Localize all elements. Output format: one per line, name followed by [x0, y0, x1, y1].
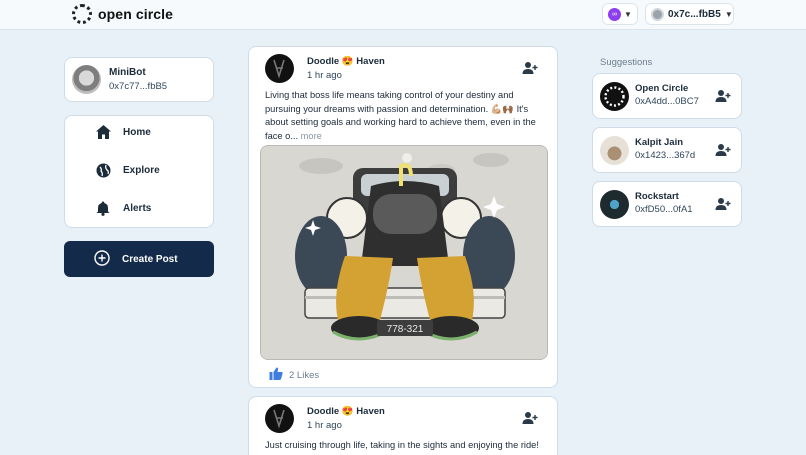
- suggestion-address: 0xfD50...0fA1: [635, 204, 693, 215]
- create-post-label: Create Post: [122, 253, 178, 265]
- chevron-down-icon: ▼: [724, 9, 733, 19]
- post-time: 1 hr ago: [307, 420, 342, 431]
- logo-icon: [72, 4, 92, 24]
- avatar: [72, 65, 101, 94]
- more-link[interactable]: more: [301, 131, 322, 141]
- suggestion-card[interactable]: Open Circle 0xA4dd...0BC7: [592, 73, 742, 119]
- globe-icon: [95, 162, 111, 178]
- license-plate: 778-321: [387, 324, 424, 335]
- wallet-address: 0x7c...fbB5: [668, 8, 721, 20]
- bell-icon: [95, 200, 111, 216]
- post-body: Living that boss life means taking contr…: [265, 89, 547, 143]
- post-author[interactable]: Doodle 😍 Haven: [307, 406, 385, 417]
- home-icon: [95, 124, 111, 140]
- suggestion-name: Rockstart: [635, 191, 679, 202]
- polygon-icon: ∞: [608, 7, 622, 21]
- plus-circle-icon: [94, 249, 110, 269]
- nav-label-home: Home: [123, 126, 151, 138]
- avatar: [600, 190, 629, 219]
- nav-item-explore[interactable]: Explore: [95, 162, 160, 178]
- wallet-avatar: [651, 7, 664, 21]
- suggestion-card[interactable]: Rockstart 0xfD50...0fA1: [592, 181, 742, 227]
- suggestion-address: 0x1423...367d: [635, 150, 696, 161]
- follow-user-icon[interactable]: [715, 197, 731, 211]
- app-name: open circle: [98, 6, 174, 22]
- follow-user-icon[interactable]: [522, 61, 538, 75]
- follow-user-icon[interactable]: [715, 89, 731, 103]
- likes-count: 2 Likes: [289, 369, 320, 381]
- suggestions-title: Suggestions: [600, 57, 653, 68]
- avatar: [600, 136, 629, 165]
- post-card: Doodle 😍 Haven 1 hr ago Living that boss…: [248, 46, 558, 388]
- nav-label-alerts: Alerts: [123, 202, 152, 214]
- post-text: Just cruising through life, taking in th…: [265, 440, 539, 450]
- suggestion-address: 0xA4dd...0BC7: [635, 96, 699, 107]
- avatar[interactable]: [265, 54, 294, 83]
- post-card: Doodle 😍 Haven 1 hr ago Just cruising th…: [248, 396, 558, 455]
- like-button[interactable]: 2 Likes: [269, 367, 319, 383]
- top-bar: open circle ∞ ▼ 0x7c...fbB5 ▼: [0, 0, 806, 30]
- nav-label-explore: Explore: [123, 164, 160, 176]
- profile-name: MiniBot: [109, 67, 146, 78]
- nav-item-alerts[interactable]: Alerts: [95, 200, 151, 216]
- chevron-down-icon: ▼: [624, 9, 632, 19]
- avatar: [600, 82, 629, 111]
- post-body: Just cruising through life, taking in th…: [265, 439, 547, 453]
- wallet-button[interactable]: 0x7c...fbB5 ▼: [645, 3, 734, 25]
- network-selector[interactable]: ∞ ▼: [602, 3, 638, 25]
- create-post-button[interactable]: Create Post: [64, 241, 214, 277]
- follow-user-icon[interactable]: [715, 143, 731, 157]
- profile-card[interactable]: MiniBot 0x7c77...fbB5: [64, 57, 214, 102]
- suggestion-name: Kalpit Jain: [635, 137, 684, 148]
- thumbs-up-icon: [269, 367, 283, 383]
- avatar[interactable]: [265, 404, 294, 433]
- post-image[interactable]: 778-321: [260, 145, 548, 360]
- suggestion-card[interactable]: Kalpit Jain 0x1423...367d: [592, 127, 742, 173]
- profile-address: 0x7c77...fbB5: [109, 81, 168, 92]
- app-logo[interactable]: open circle: [72, 4, 173, 24]
- suggestion-name: Open Circle: [635, 83, 689, 94]
- follow-user-icon[interactable]: [522, 411, 538, 425]
- nav-item-home[interactable]: Home: [95, 124, 151, 140]
- post-author[interactable]: Doodle 😍 Haven: [307, 56, 385, 67]
- post-time: 1 hr ago: [307, 70, 342, 81]
- nav-menu: Home Explore Alerts: [64, 115, 214, 228]
